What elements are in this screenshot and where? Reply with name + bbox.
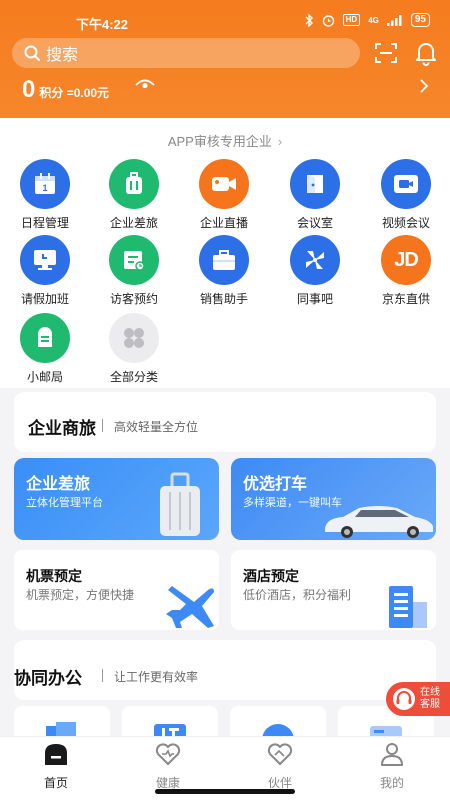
online-customer-service-button[interactable]: 在线 客服: [386, 682, 450, 716]
travel-section-header: 企业商旅 高效轻量全方位: [14, 392, 436, 452]
customer-service-line1: 在线: [420, 687, 440, 698]
eye-icon[interactable]: [135, 78, 155, 92]
grid-item-video-meeting[interactable]: 视频会议: [361, 159, 450, 231]
status-bar: 下午4:22 HD 4G 95: [0, 10, 450, 32]
search-input[interactable]: 搜索: [12, 38, 360, 68]
points-value: 0: [22, 76, 36, 103]
jd-logo-text: JD: [394, 248, 419, 271]
search-icon: [24, 45, 40, 61]
search-placeholder: 搜索: [46, 47, 79, 64]
home-indicator: [155, 789, 295, 794]
car-icon: [325, 506, 433, 538]
airplane-icon: [166, 586, 214, 628]
hd-icon: HD: [342, 14, 361, 26]
tab-mine[interactable]: 我的: [352, 741, 432, 791]
collab-section-title: 协同办公: [14, 669, 82, 688]
grid-item-label: 会议室: [296, 216, 333, 230]
divider: [102, 419, 103, 432]
grid-item-meeting-room[interactable]: 会议室: [270, 159, 360, 231]
grid-item-schedule[interactable]: 1 日程管理: [0, 159, 90, 231]
grid-item-label: 全部分类: [109, 370, 158, 384]
points-label: 积分 =0.00元: [39, 86, 110, 100]
taxi-banner-title: 优选打车: [243, 476, 308, 493]
flight-booking-title: 机票预定: [26, 568, 82, 584]
grid-item-label: 请假加班: [20, 292, 69, 306]
chevron-right-icon: ›: [277, 134, 283, 149]
travel-section-subtitle: 高效轻量全方位: [114, 420, 199, 434]
grid-item-colleagues[interactable]: 同事吧: [270, 235, 360, 307]
grid-item-label: 销售助手: [199, 292, 248, 306]
briefcase-icon: [199, 235, 249, 285]
signal-icon: [386, 15, 402, 26]
headset-icon: [393, 688, 415, 710]
partner-icon: [267, 743, 293, 765]
points-display: 0 积分 =0.00元: [22, 76, 109, 104]
grid-item-visitor[interactable]: 访客预约: [89, 235, 179, 307]
suitcase-icon: [160, 472, 200, 536]
grid-item-label: 企业差旅: [109, 216, 158, 230]
header: 下午4:22 HD 4G 95 搜索 0 积分 =0.00元: [0, 0, 450, 118]
tab-label: 首页: [43, 776, 68, 790]
heart-icon: [155, 743, 181, 765]
divider: [102, 669, 103, 682]
battery-indicator: 95: [410, 13, 430, 27]
travel-section-title: 企业商旅: [28, 419, 96, 438]
grid-item-leave-overtime[interactable]: 请假加班: [0, 235, 90, 307]
grid-item-label: 视频会议: [381, 216, 430, 230]
home-icon: [45, 744, 67, 765]
review-enterprise-link[interactable]: APP审核专用企业 ›: [0, 131, 450, 150]
grid-item-label: 企业直播: [199, 216, 248, 230]
business-trip-banner-subtitle: 立体化管理平台: [26, 497, 103, 509]
visitor-icon: [109, 235, 159, 285]
business-trip-banner-title: 企业差旅: [26, 476, 91, 493]
mailbox-icon: [20, 313, 70, 363]
grid-item-live-stream[interactable]: 企业直播: [179, 159, 269, 231]
collab-section-header: 协同办公 让工作更有效率: [14, 640, 436, 700]
hotel-booking-tile[interactable]: 酒店预定 低价酒店，积分福利: [231, 550, 436, 630]
hotel-booking-subtitle: 低价酒店，积分福利: [243, 588, 352, 602]
flight-booking-tile[interactable]: 机票预定 机票预定，方便快捷: [14, 550, 219, 630]
chevron-right-icon[interactable]: [418, 79, 430, 93]
tab-partner[interactable]: 伙伴: [240, 741, 320, 791]
scan-icon[interactable]: [374, 41, 398, 65]
jd-logo-icon: JD: [381, 235, 431, 285]
flight-booking-subtitle: 机票预定，方便快捷: [26, 588, 135, 602]
grid-item-label: 日程管理: [20, 216, 69, 230]
user-icon: [381, 743, 403, 766]
grid-item-label: 小邮局: [26, 370, 63, 384]
tab-label: 我的: [379, 776, 404, 790]
tab-home[interactable]: 首页: [16, 741, 96, 791]
pinwheel-icon: [290, 235, 340, 285]
network-label: 4G: [368, 15, 379, 25]
meeting-room-icon: [290, 159, 340, 209]
video-meeting-icon: [381, 159, 431, 209]
status-icons: HD 4G 95: [304, 13, 430, 27]
grid-item-label: 访客预约: [109, 292, 158, 306]
alarm-icon: [322, 14, 334, 27]
grid-item-jd-supply[interactable]: JD 京东直供: [361, 235, 450, 307]
business-trip-banner[interactable]: 企业差旅 立体化管理平台: [14, 458, 219, 540]
collab-section-subtitle: 让工作更有效率: [114, 670, 199, 684]
grid-item-post-office[interactable]: 小邮局: [0, 313, 90, 385]
bell-icon[interactable]: [414, 40, 438, 66]
status-time: 下午4:22: [76, 17, 129, 32]
calendar-icon: 1: [20, 159, 70, 209]
review-enterprise-label: APP审核专用企业: [167, 134, 272, 149]
customer-service-line2: 客服: [420, 699, 440, 710]
all-categories-icon: [109, 313, 159, 363]
monitor-icon: [20, 235, 70, 285]
svg-text:1: 1: [42, 183, 47, 193]
bluetooth-icon: [305, 13, 313, 27]
video-camera-icon: [199, 159, 249, 209]
luggage-icon: [109, 159, 159, 209]
taxi-banner[interactable]: 优选打车 多样渠道，一键叫车: [231, 458, 436, 540]
grid-item-label: 京东直供: [381, 292, 430, 306]
grid-item-all-categories[interactable]: 全部分类: [89, 313, 179, 385]
grid-item-label: 同事吧: [296, 292, 333, 306]
grid-item-sales-assistant[interactable]: 销售助手: [179, 235, 269, 307]
hotel-building-icon: [389, 586, 427, 628]
hotel-booking-title: 酒店预定: [243, 568, 299, 584]
tab-health[interactable]: 健康: [128, 741, 208, 791]
grid-item-business-trip[interactable]: 企业差旅: [89, 159, 179, 231]
